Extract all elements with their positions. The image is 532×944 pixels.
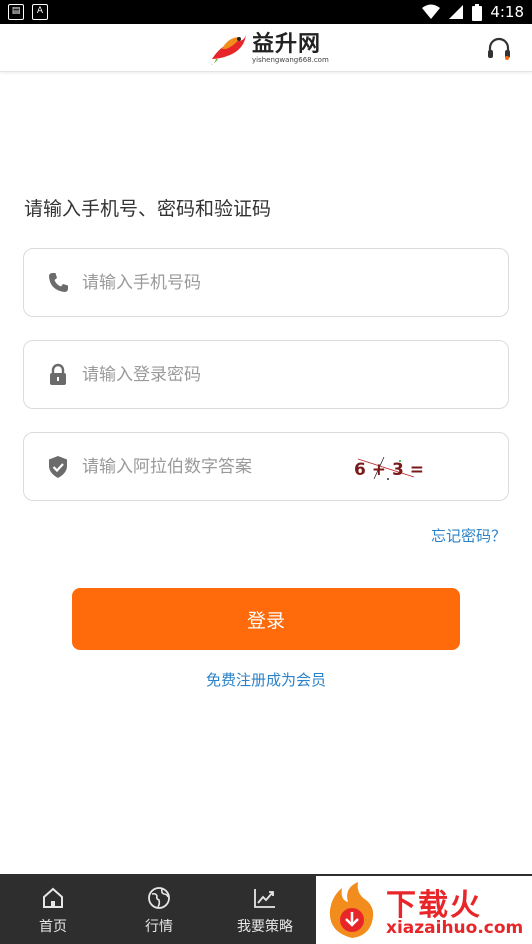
password-input[interactable] xyxy=(82,355,352,395)
form-prompt: 请输入手机号、密码和验证码 xyxy=(24,198,272,220)
shield-icon xyxy=(49,456,67,478)
sim-icon: ▤ xyxy=(8,4,24,20)
wifi-icon xyxy=(422,4,441,19)
captcha-image[interactable]: 6 + 3 = xyxy=(344,453,434,483)
login-button[interactable]: 登录 xyxy=(72,588,460,650)
forgot-password-link[interactable]: 忘记密码？ xyxy=(431,525,506,546)
captcha-field[interactable]: 6 + 3 = xyxy=(23,432,509,501)
headset-icon[interactable] xyxy=(486,36,512,60)
logo-subtitle: yishengwang668.com xyxy=(252,55,329,64)
phone-icon xyxy=(49,273,68,292)
nav-item-strategy[interactable]: 我要策略 xyxy=(212,874,318,944)
globe-icon xyxy=(148,887,170,909)
flame-logo-icon xyxy=(329,882,374,938)
chart-icon xyxy=(254,889,275,908)
password-field[interactable] xyxy=(23,340,509,409)
nav-label-strategy: 我要策略 xyxy=(237,919,293,935)
lock-icon xyxy=(50,363,66,385)
phone-field[interactable] xyxy=(23,248,509,317)
battery-icon xyxy=(472,3,483,21)
nav-label-market: 行情 xyxy=(145,919,173,935)
home-icon xyxy=(43,887,63,908)
captcha-text: 6 + 3 = xyxy=(354,460,424,480)
register-link[interactable]: 免费注册成为会员 xyxy=(0,669,532,690)
phone-input[interactable] xyxy=(82,263,352,303)
bird-logo-icon xyxy=(210,35,246,65)
signal-icon xyxy=(449,5,464,19)
a-icon: A xyxy=(32,4,48,20)
status-bar: ▤ A 4:18 xyxy=(0,0,532,24)
app-header: 益升网 yishengwang668.com xyxy=(0,24,532,72)
watermark: 下载火 xiazaihuo.com xyxy=(316,876,532,944)
nav-label-home: 首页 xyxy=(39,919,67,935)
nav-item-market[interactable]: 行情 xyxy=(106,874,212,944)
logo-title: 益升网 xyxy=(252,30,322,57)
logo[interactable]: 益升网 yishengwang668.com xyxy=(208,28,329,68)
captcha-input[interactable] xyxy=(82,447,352,487)
clock: 4:18 xyxy=(490,3,524,21)
nav-item-home[interactable]: 首页 xyxy=(0,874,106,944)
watermark-subtitle: xiazaihuo.com xyxy=(386,918,524,938)
